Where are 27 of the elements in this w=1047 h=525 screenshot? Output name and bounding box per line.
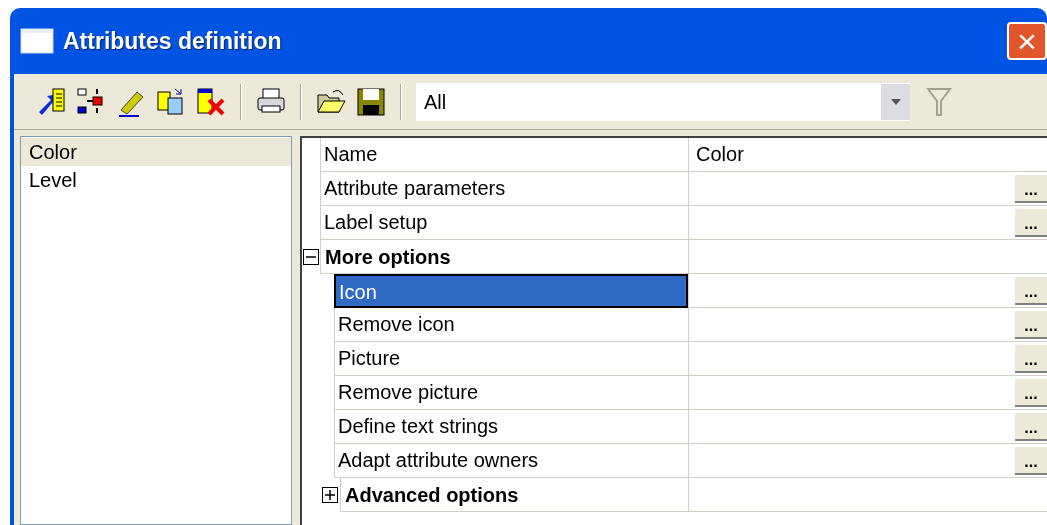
window-icon [20, 28, 54, 54]
category-name: Advanced options [340, 478, 688, 512]
ellipsis-button[interactable]: ... [1015, 175, 1047, 203]
property-name[interactable]: Picture [334, 342, 688, 376]
property-name[interactable]: Remove icon [334, 308, 688, 342]
list-item[interactable]: Level [21, 166, 291, 194]
collapse-icon[interactable] [303, 249, 319, 265]
list-item[interactable]: Color [21, 138, 291, 166]
ellipsis-button[interactable]: ... [1015, 311, 1047, 339]
property-name[interactable]: Define text strings [334, 410, 688, 444]
ellipsis-button[interactable]: ... [1015, 447, 1047, 475]
ellipsis-button[interactable]: ... [1015, 345, 1047, 373]
property-name[interactable]: Label setup [320, 206, 688, 240]
filter-dropdown[interactable]: All [416, 82, 910, 121]
property-name[interactable]: Remove picture [334, 376, 688, 410]
ellipsis-button[interactable]: ... [1015, 413, 1047, 441]
expand-icon[interactable] [322, 487, 338, 503]
property-name[interactable]: Name [320, 138, 688, 172]
property-name[interactable]: Adapt attribute owners [334, 444, 688, 478]
close-button[interactable]: × [1007, 22, 1047, 60]
ellipsis-button[interactable]: ... [1015, 277, 1047, 305]
property-name[interactable]: Icon [334, 274, 688, 308]
ellipsis-button[interactable]: ... [1015, 379, 1047, 407]
ellipsis-button[interactable]: ... [1015, 209, 1047, 237]
property-value: Color [695, 142, 744, 167]
window-title: Attributes definition [63, 26, 282, 56]
property-name[interactable]: Attribute parameters [320, 172, 688, 206]
